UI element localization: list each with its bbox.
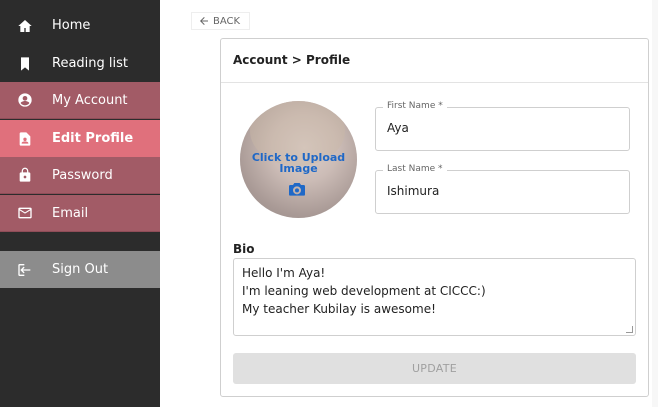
resize-handle[interactable]	[626, 326, 633, 333]
update-button[interactable]: UPDATE	[233, 353, 636, 384]
sidebar-item-edit-profile[interactable]: Edit Profile	[0, 120, 160, 157]
sidebar-item-my-account[interactable]: My Account	[0, 82, 160, 119]
sidebar-item-label: My Account	[52, 92, 128, 108]
back-label: BACK	[213, 15, 241, 27]
sidebar-item-label: Home	[52, 18, 91, 33]
sidebar-item-email[interactable]: Email	[0, 195, 160, 232]
last-name-label: Last Name *	[383, 164, 447, 174]
first-name-label: First Name *	[383, 101, 447, 111]
first-name-value: Aya	[387, 121, 409, 135]
bio-textarea[interactable]: Hello I'm Aya! I'm leaning web developme…	[233, 258, 636, 336]
sidebar-item-label: Password	[52, 167, 113, 183]
bio-line: Hello I'm Aya!	[242, 266, 326, 280]
lock-icon	[16, 167, 33, 184]
sidebar-item-label: Email	[52, 205, 89, 221]
sidebar-item-label: Sign Out	[52, 262, 109, 277]
bio-line: I'm leaning web development at CICCC:)	[242, 284, 486, 298]
back-button[interactable]: BACK	[191, 12, 250, 30]
last-name-field[interactable]: Last Name * Ishimura	[375, 164, 630, 214]
sidebar-item-label: Edit Profile	[52, 131, 134, 146]
profile-card: Account > Profile Click to Upload Image …	[220, 38, 649, 397]
bio-line: My teacher Kubilay is awesome!	[242, 302, 436, 316]
breadcrumb: Account > Profile	[233, 53, 351, 67]
sidebar-item-password[interactable]: Password	[0, 157, 160, 194]
upload-image-label: Click to Upload Image	[251, 151, 346, 175]
page-scrollbar[interactable]	[652, 0, 658, 407]
bio-label: Bio	[233, 242, 255, 256]
camera-icon	[289, 183, 305, 196]
sidebar-item-reading-list[interactable]: Reading list	[0, 45, 160, 82]
arrow-left-icon	[200, 17, 208, 25]
first-name-field[interactable]: First Name * Aya	[375, 101, 630, 151]
sidebar: Home Reading list My Account Edit Profil…	[0, 0, 160, 407]
last-name-value: Ishimura	[387, 184, 440, 198]
home-icon	[16, 17, 33, 34]
sidebar-item-home[interactable]: Home	[0, 7, 160, 44]
sidebar-item-label: Reading list	[52, 56, 128, 71]
avatar-upload[interactable]: Click to Upload Image	[240, 101, 357, 218]
account-circle-icon	[16, 92, 33, 109]
profile-badge-icon	[16, 130, 33, 147]
divider	[221, 82, 648, 83]
logout-icon	[16, 261, 33, 278]
sidebar-item-sign-out[interactable]: Sign Out	[0, 251, 160, 288]
mail-icon	[16, 205, 33, 222]
bookmark-icon	[16, 55, 33, 72]
